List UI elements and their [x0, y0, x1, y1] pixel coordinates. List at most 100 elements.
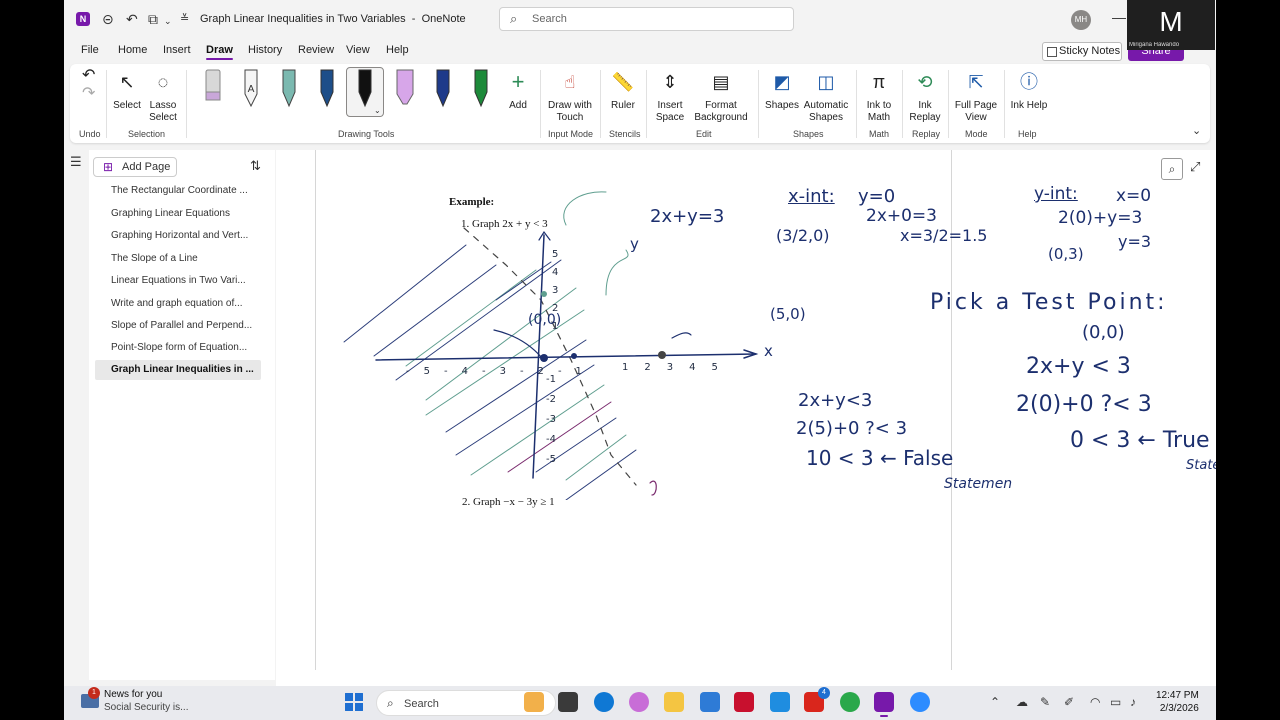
- test-point-label: (5,0): [770, 305, 806, 323]
- pen-green-icon[interactable]: [466, 68, 496, 108]
- pencil-icon[interactable]: A: [236, 68, 266, 108]
- windows-start-icon[interactable]: [344, 692, 364, 712]
- expand-icon[interactable]: ⤢: [1190, 159, 1200, 175]
- ruler-button[interactable]: 📏 Ruler: [608, 68, 638, 112]
- paint-app-icon[interactable]: [524, 692, 544, 712]
- edge-icon[interactable]: [594, 692, 614, 712]
- ribbon-separator: [106, 70, 107, 138]
- pen-tray-icon[interactable]: ✎: [1040, 695, 1050, 709]
- eraser-pen-icon[interactable]: [198, 68, 228, 108]
- sort-icon[interactable]: ⇅: [250, 158, 261, 174]
- test-true-line-3: 0 < 3 ← True: [1070, 428, 1210, 453]
- tab-review[interactable]: Review: [298, 44, 334, 56]
- page-item[interactable]: Write and graph equation of...: [95, 294, 261, 314]
- ribbon-separator: [856, 70, 857, 138]
- news-subtitle[interactable]: Social Security is...: [104, 702, 188, 713]
- video-participant-tile: M Mirigana Hawando: [1127, 0, 1215, 50]
- page-item[interactable]: The Rectangular Coordinate ...: [95, 181, 261, 201]
- page-item[interactable]: Slope of Parallel and Perpend...: [95, 316, 261, 336]
- volume-icon[interactable]: ♪: [1130, 695, 1136, 709]
- highlighter-lavender-icon[interactable]: [390, 68, 420, 108]
- news-title[interactable]: News for you: [104, 689, 162, 700]
- customize-qat-icon[interactable]: ≚: [180, 10, 189, 28]
- store-icon[interactable]: [700, 692, 720, 712]
- x-intercept-title: x-int:: [788, 186, 835, 207]
- pen-teal-icon[interactable]: [274, 68, 304, 108]
- tab-home[interactable]: Home: [118, 44, 147, 56]
- insert-space-button[interactable]: ⇕ Insert Space: [654, 68, 686, 124]
- page-item[interactable]: Point-Slope form of Equation...: [95, 338, 261, 358]
- page-item-active[interactable]: Graph Linear Inequalities in ...: [95, 360, 261, 380]
- ink-replay-button[interactable]: ⟲ Ink Replay: [908, 68, 942, 124]
- draw-with-touch-button[interactable]: ☝ Draw with Touch: [546, 68, 594, 124]
- pen-blue-icon[interactable]: [428, 68, 458, 108]
- note-canvas[interactable]: ⌕ ⤢ Example: 1. Graph 2x + y < 3 2. Grap…: [276, 150, 1216, 686]
- collapse-ribbon-icon[interactable]: ⌄: [1192, 124, 1201, 137]
- chevron-down-icon[interactable]: ⌄: [164, 12, 172, 30]
- test-false-line-3: 10 < 3 ← False: [806, 446, 954, 470]
- svg-text:A: A: [248, 84, 255, 95]
- touch-draw-icon: ☝: [564, 72, 576, 92]
- app-icon[interactable]: [558, 692, 578, 712]
- minimize-button[interactable]: —: [1112, 9, 1126, 25]
- battery-icon[interactable]: ▭: [1110, 695, 1121, 709]
- pen-navy-icon[interactable]: [312, 68, 342, 108]
- chrome-icon[interactable]: [840, 692, 860, 712]
- shapes-button[interactable]: ◩ Shapes: [764, 68, 800, 112]
- automatic-shapes-button[interactable]: ◫ Automatic Shapes: [802, 68, 850, 124]
- zoom-icon[interactable]: [910, 692, 930, 712]
- canvas-search-icon[interactable]: ⌕: [1161, 158, 1183, 180]
- page-item[interactable]: Linear Equations in Two Vari...: [95, 271, 261, 291]
- undo-icon[interactable]: ↶: [82, 68, 95, 84]
- chevron-up-icon[interactable]: ⌃: [990, 695, 1000, 709]
- y-intercept-title: y-int:: [1034, 184, 1078, 204]
- add-pen-button[interactable]: + Add: [502, 68, 534, 112]
- cloud-icon[interactable]: ☁: [1016, 695, 1028, 709]
- group-help-label: Help: [1018, 129, 1037, 139]
- navigation-toggle-icon[interactable]: ☰: [70, 154, 82, 170]
- undo-title-icon[interactable]: ↶: [126, 10, 138, 28]
- y-intercept-point: (0,3): [1048, 245, 1084, 263]
- copilot-icon[interactable]: [629, 692, 649, 712]
- lasso-select-button[interactable]: ◌ Lasso Select: [146, 68, 180, 124]
- ink-to-math-button[interactable]: π Ink to Math: [862, 68, 896, 124]
- tab-help[interactable]: Help: [386, 44, 409, 56]
- ink-help-button[interactable]: ⓘ Ink Help: [1010, 68, 1048, 112]
- full-page-view-button[interactable]: ⇱ Full Page View: [954, 68, 998, 124]
- onenote-taskbar-icon[interactable]: [874, 692, 894, 717]
- pick-test-point-value: (0,0): [1082, 322, 1125, 343]
- copy-icon[interactable]: ⧉: [148, 10, 158, 28]
- page-item[interactable]: Graphing Linear Equations: [95, 204, 261, 224]
- pen-options-chevron-icon[interactable]: ⌄: [374, 106, 381, 115]
- tab-history[interactable]: History: [248, 44, 282, 56]
- group-mode-label: Mode: [965, 129, 988, 139]
- search-input[interactable]: ⌕ Search: [499, 7, 794, 31]
- redo-icon[interactable]: ↷: [82, 86, 95, 102]
- replay-icon: ⟲: [917, 72, 933, 92]
- origin-point-label: (0,0): [528, 312, 562, 328]
- page-item[interactable]: The Slope of a Line: [95, 249, 261, 269]
- mcafee-icon[interactable]: [734, 692, 754, 712]
- ribbon-separator: [758, 70, 759, 138]
- add-page-icon: ⊞: [103, 160, 114, 174]
- tab-insert[interactable]: Insert: [163, 44, 191, 56]
- back-icon[interactable]: ⊝: [102, 10, 114, 28]
- file-explorer-icon[interactable]: [664, 692, 684, 712]
- tab-draw[interactable]: Draw: [206, 44, 233, 60]
- edit-icon[interactable]: ✐: [1064, 695, 1074, 709]
- wifi-icon[interactable]: ◠: [1090, 695, 1100, 709]
- full-page-icon: ⇱: [968, 72, 984, 92]
- format-background-button[interactable]: ▤ Format Background: [690, 68, 752, 124]
- tab-view[interactable]: View: [346, 44, 370, 56]
- tab-file[interactable]: File: [81, 44, 99, 56]
- test-true-line-1: 2x+y < 3: [1026, 354, 1131, 379]
- ruler-icon: 📏: [611, 72, 635, 92]
- user-avatar[interactable]: MH: [1071, 10, 1091, 30]
- add-page-button[interactable]: ⊞ Add Page: [93, 157, 177, 177]
- app-icon[interactable]: [770, 692, 790, 712]
- sticky-notes-button[interactable]: Sticky Notes: [1042, 42, 1122, 61]
- page-item[interactable]: Graphing Horizontal and Vert...: [95, 226, 261, 246]
- system-clock[interactable]: 12:47 PM 2/3/2026: [1156, 689, 1199, 715]
- pen-black-icon[interactable]: [350, 68, 380, 108]
- select-button[interactable]: ↖ Select: [112, 68, 142, 112]
